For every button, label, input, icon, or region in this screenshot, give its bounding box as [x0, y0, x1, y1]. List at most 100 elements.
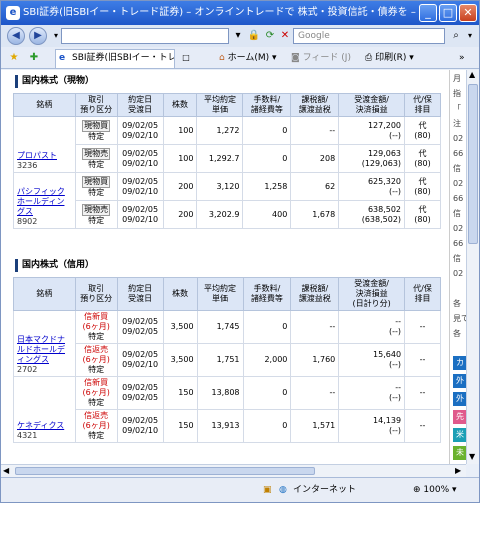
side-panel-button[interactable]: 外 [453, 374, 467, 388]
home-icon: ⌂ [219, 53, 225, 63]
side-panel-text: 「 [453, 104, 461, 113]
print-button[interactable]: ⎙ 印刷(R) ▾ [365, 51, 414, 65]
trade-type: 現物買 [82, 119, 111, 132]
account-type: 特定 [88, 215, 105, 225]
stock-name-cell: パシフィックホールディングス 8902 [13, 172, 76, 229]
column-header: 平均約定 単価 [196, 277, 244, 311]
trade-type-cell: 信新買 (6ヶ月) 特定 [74, 310, 118, 344]
column-header: 約定日 受渡日 [116, 93, 164, 117]
stock-name-link[interactable]: パシフィックホールディングス [17, 187, 65, 216]
amount-cell: 129,063 (129,063) [338, 144, 406, 173]
period: (6ヶ月) [82, 421, 110, 430]
forward-button[interactable]: ▶ [29, 27, 47, 45]
account-type: 特定 [88, 431, 105, 440]
scroll-up-icon[interactable]: ▲ [469, 70, 475, 79]
ie-icon: e [6, 6, 20, 20]
search-options-icon[interactable]: ▾ [463, 29, 477, 43]
table-row: 信返売 (6ヶ月) 特定 09/02/05 09/02/10 3,500 1,751 2,00… [14, 343, 441, 377]
new-tab-icon[interactable]: □ [179, 51, 193, 65]
vertical-scrollbar[interactable]: ▲ ▼ [466, 70, 479, 464]
tab-sbi[interactable]: e SBI証券(旧SBIイー・トレー... [55, 49, 175, 68]
amount-cell: 14,139 (--) [338, 409, 406, 443]
stock-name-link[interactable]: ケネディクス [17, 421, 64, 430]
tab-label: SBI証券(旧SBIイー・トレー... [72, 53, 174, 63]
column-header: 課税額/譲渡益税 [290, 93, 340, 117]
minimize-button[interactable]: _ [419, 4, 437, 22]
status-bar: ▣ ◍ インターネット ⊕ 100% ▾ [1, 477, 479, 502]
table-row: 現物売 特定 09/02/05 09/02/10 100 1,292.7 0 208 129,0… [14, 144, 441, 173]
refresh-icon[interactable]: ⟳ [263, 29, 277, 43]
profit-loss: (--) [389, 360, 402, 369]
table-row: 現物売 特定 09/02/05 09/02/10 200 3,202.9 400 1,678 6… [14, 200, 441, 229]
side-panel-text: 66 [453, 239, 464, 248]
scroll-right-icon[interactable]: ▶ [455, 466, 461, 475]
stock-name-link[interactable]: プロパスト [17, 151, 57, 160]
scroll-thumb[interactable] [468, 84, 478, 244]
scroll-left-icon[interactable]: ◀ [3, 466, 9, 475]
side-panel-text: 信 [453, 209, 461, 218]
quantity-cell: 150 [162, 376, 198, 410]
table-header: 銘柄 取引 預り区分 約定日 受渡日 株数 平均約定 単価 手数料/諸経費等 課税額/譲渡益税 受渡… [13, 277, 441, 311]
daiho-cell: -- [404, 310, 441, 344]
profit-loss: (--) [389, 130, 402, 140]
settle-date: 09/02/10 [122, 130, 159, 140]
date-cell: 09/02/05 09/02/10 [116, 172, 164, 201]
side-panel-text: 注 [453, 119, 461, 128]
side-panel-button[interactable]: 米 [453, 428, 467, 442]
table-row: ケネディクス 4321 信新買 (6ヶ月) 特定 09/02/05 09/02/05 150 1… [13, 376, 441, 443]
trade-type-cell: 信返売 (6ヶ月) 特定 [74, 343, 118, 377]
add-favorites-icon[interactable]: ✚ [27, 51, 41, 65]
trade-date: 09/02/05 [122, 148, 159, 158]
date-cell: 09/02/05 09/02/05 [116, 310, 164, 344]
scroll-thumb[interactable] [15, 467, 315, 475]
more-tools-icon[interactable]: » [459, 51, 465, 65]
daiho-cell: -- [404, 376, 441, 410]
period: (6ヶ月) [82, 355, 110, 364]
side-panel-button[interactable]: 先 [453, 410, 467, 424]
quantity-cell: 150 [162, 409, 198, 443]
tax-cell: 1,678 [290, 200, 340, 229]
column-header: 受渡金額/決済損益 [338, 93, 406, 117]
favorites-star-icon[interactable]: ★ [7, 51, 21, 65]
price-cell: 1,745 [196, 310, 244, 344]
address-bar[interactable] [61, 28, 229, 44]
fee-cell: 1,258 [242, 172, 292, 201]
period: (6ヶ月) [82, 322, 110, 331]
stop-icon[interactable]: ✕ [278, 29, 292, 43]
horizontal-scrollbar[interactable]: ◀ ▶ [1, 464, 466, 477]
back-button[interactable]: ◀ [7, 27, 25, 45]
side-panel-button[interactable]: 外 [453, 392, 467, 406]
search-icon[interactable]: ⌕ [449, 29, 463, 43]
zoom-label: 100% [423, 485, 450, 495]
zoom-control[interactable]: ⊕ 100% ▾ [413, 478, 457, 502]
tax-cell: -- [290, 310, 340, 344]
side-panel-text: 各 [453, 299, 461, 308]
home-button[interactable]: ⌂ ホーム(M) ▾ [219, 51, 277, 65]
settle-date: 09/02/05 [122, 327, 159, 336]
trade-type: 信新買 [84, 312, 109, 321]
stock-name-link[interactable]: 日本マクドナルドホールディングス [17, 335, 65, 364]
tax-cell: -- [290, 376, 340, 410]
maximize-button[interactable]: □ [439, 4, 457, 22]
price-cell: 1,751 [196, 343, 244, 377]
account-type: 特定 [88, 398, 105, 407]
side-panel-button[interactable]: カ [453, 356, 467, 370]
feed-button[interactable]: ◙ フィード (J) [291, 51, 351, 65]
search-input[interactable]: Google [293, 28, 445, 44]
dropdown-icon[interactable]: ▾ [231, 29, 245, 43]
title-bar: e SBI証券(旧SBIイー・トレード証券) – オンライントレードで 株式・投… [1, 1, 479, 25]
column-header: 取引 預り区分 [74, 277, 118, 311]
scroll-down-icon[interactable]: ▼ [469, 452, 475, 461]
trade-type: 現物買 [82, 175, 111, 188]
price-cell: 13,808 [196, 376, 244, 410]
column-header: 株数 [162, 277, 198, 311]
date-cell: 09/02/05 09/02/10 [116, 343, 164, 377]
side-panel-button[interactable]: 未 [453, 446, 467, 460]
amount: 127,200 [367, 120, 402, 130]
fee-cell: 0 [242, 310, 292, 344]
trade-date: 09/02/05 [122, 350, 159, 359]
account-type: 特定 [88, 159, 105, 169]
column-header: 平均約定 単価 [196, 93, 244, 117]
close-button[interactable]: ✕ [459, 4, 477, 22]
trade-type-cell: 現物買 特定 [74, 116, 118, 145]
